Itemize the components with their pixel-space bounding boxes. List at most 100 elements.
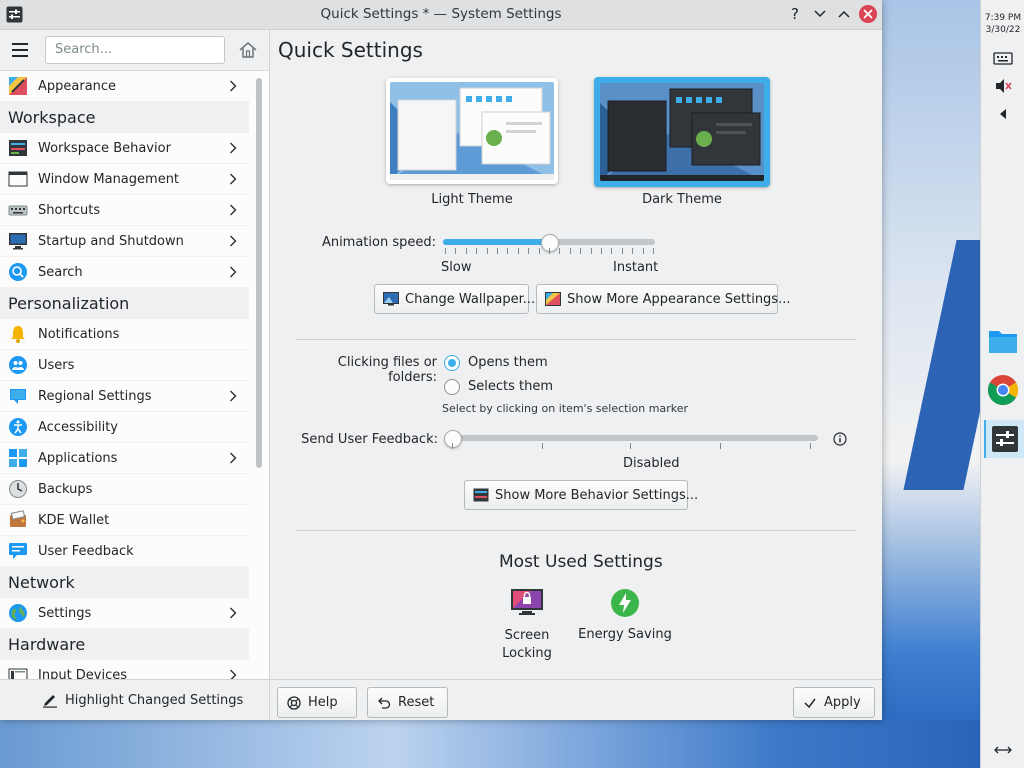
sidebar-item-kde-wallet[interactable]: KDE Wallet [0, 505, 249, 536]
sidebar-item-applications[interactable]: Applications [0, 443, 249, 474]
clock-date: 3/30/22 [985, 25, 1021, 35]
dark-theme-preview [600, 83, 764, 181]
search-field[interactable] [45, 36, 225, 64]
volume-muted-icon[interactable] [993, 76, 1013, 96]
system-settings-task[interactable] [984, 420, 1024, 458]
tick [517, 248, 519, 254]
panel-configure-icon[interactable] [993, 738, 1013, 758]
screen-lock-icon [511, 589, 543, 615]
workspace-icon [9, 140, 27, 156]
send-feedback-label: Send User Feedback: [301, 432, 438, 447]
tick [630, 443, 631, 449]
highlight-changed-label: Highlight Changed Settings [65, 692, 244, 708]
sidebar-item-appearance[interactable]: Appearance [0, 71, 249, 102]
help-label: Help [308, 695, 338, 710]
screen-locking-label: Screen Locking [502, 628, 552, 661]
file-manager-task[interactable] [984, 322, 1022, 360]
sidebar-category-hardware: Hardware [0, 629, 249, 660]
feedback-handle[interactable] [444, 430, 462, 448]
slider-handle[interactable] [541, 234, 559, 252]
change-wallpaper-button[interactable]: Change Wallpaper... [374, 284, 535, 314]
feedback-track[interactable] [445, 435, 818, 441]
expand-tray-icon[interactable] [993, 104, 1013, 124]
keyboard-icon[interactable] [993, 48, 1013, 68]
sidebar-item-regional-settings[interactable]: Regional Settings [0, 381, 249, 412]
info-icon[interactable] [833, 432, 847, 446]
sidebar-scrollbar[interactable] [256, 78, 262, 468]
sidebar-footer: Highlight Changed Settings [0, 679, 269, 720]
search-input[interactable] [46, 37, 223, 61]
users-icon [9, 356, 27, 374]
sidebar-item-search[interactable]: Search [0, 257, 249, 288]
sidebar-item-user-feedback[interactable]: User Feedback [0, 536, 249, 567]
apply-button[interactable]: Apply [793, 687, 875, 718]
tick [642, 248, 644, 254]
close-icon[interactable] [859, 5, 877, 23]
sidebar-item-label: Notifications [38, 326, 120, 342]
light-theme-card[interactable] [386, 78, 558, 184]
sidebar-item-workspace-behavior[interactable]: Workspace Behavior [0, 133, 249, 164]
tick [621, 248, 623, 254]
chevron-right-icon [230, 452, 237, 464]
sidebar-item-label: Appearance [38, 78, 117, 94]
appearance-icon [545, 292, 561, 306]
sidebar-item-startup-and-shutdown[interactable]: Startup and Shutdown [0, 226, 249, 257]
settings-sliders-icon [992, 426, 1018, 452]
sidebar-item-notifications[interactable]: Notifications [0, 319, 249, 350]
screen-locking-item[interactable]: Screen Locking [492, 588, 562, 663]
page-title: Quick Settings [278, 38, 423, 62]
chrome-task[interactable] [984, 371, 1022, 409]
energy-saving-item[interactable]: Energy Saving [575, 588, 675, 642]
sidebar: Appearance Workspace Workspace Behavior Win… [0, 30, 270, 720]
show-more-behavior-button[interactable]: Show More Behavior Settings... [464, 480, 698, 510]
globe-icon [9, 604, 27, 622]
window-icon [8, 171, 28, 187]
sidebar-item-backups[interactable]: Backups [0, 474, 249, 505]
sidebar-category-workspace: Workspace [0, 102, 249, 133]
main-footer: Help Reset Apply [270, 679, 882, 720]
sidebar-item-label: Settings [38, 605, 92, 621]
sidebar-item-label: Search [38, 264, 83, 280]
energy-saving-label: Energy Saving [578, 627, 672, 642]
instant-label: Instant [613, 260, 659, 275]
sidebar-category-network: Network [0, 567, 249, 598]
wallpaper-bottom [0, 720, 980, 768]
title-bar[interactable]: Quick Settings * — System Settings ? [0, 0, 882, 30]
tick [455, 248, 457, 254]
chrome-icon [987, 375, 1019, 406]
digital-clock[interactable]: 7:39 PM 3/30/22 [981, 12, 1024, 36]
checkmark-icon [804, 698, 816, 708]
sidebar-item-shortcuts[interactable]: Shortcuts [0, 195, 249, 226]
svg-text:?: ? [791, 6, 799, 22]
selects-them-radio[interactable] [444, 379, 460, 395]
sidebar-item-window-management[interactable]: Window Management [0, 164, 249, 195]
appearance-icon [9, 77, 27, 95]
highlight-changed-button[interactable]: Highlight Changed Settings [42, 692, 243, 708]
home-icon[interactable] [238, 41, 258, 59]
selects-them-label[interactable]: Selects them [468, 379, 553, 394]
wallet-icon [10, 510, 26, 527]
opens-them-label[interactable]: Opens them [468, 355, 548, 370]
sidebar-item-users[interactable]: Users [0, 350, 249, 381]
dark-theme-card[interactable] [594, 77, 770, 187]
folder-icon [989, 331, 1017, 353]
apply-label: Apply [824, 695, 861, 710]
sidebar-category-personalization: Personalization [0, 288, 249, 319]
animation-speed-label: Animation speed: [321, 235, 436, 250]
minimize-icon[interactable] [811, 5, 829, 23]
tick [601, 248, 602, 254]
flag-icon [10, 389, 26, 404]
help-icon[interactable]: ? [787, 5, 805, 23]
maximize-icon[interactable] [835, 5, 853, 23]
sidebar-item-settings[interactable]: Settings [0, 598, 249, 629]
hamburger-menu-icon[interactable] [12, 43, 30, 57]
sidebar-item-accessibility[interactable]: Accessibility [0, 412, 249, 443]
pencil-icon [43, 695, 57, 708]
reset-button[interactable]: Reset [367, 687, 448, 718]
help-button[interactable]: Help [277, 687, 357, 718]
chevron-right-icon [230, 204, 237, 216]
help-lifebuoy-icon [287, 695, 301, 710]
sidebar-item-label: Shortcuts [38, 202, 101, 218]
show-more-appearance-button[interactable]: Show More Appearance Settings... [536, 284, 790, 314]
opens-them-radio[interactable] [444, 355, 460, 371]
